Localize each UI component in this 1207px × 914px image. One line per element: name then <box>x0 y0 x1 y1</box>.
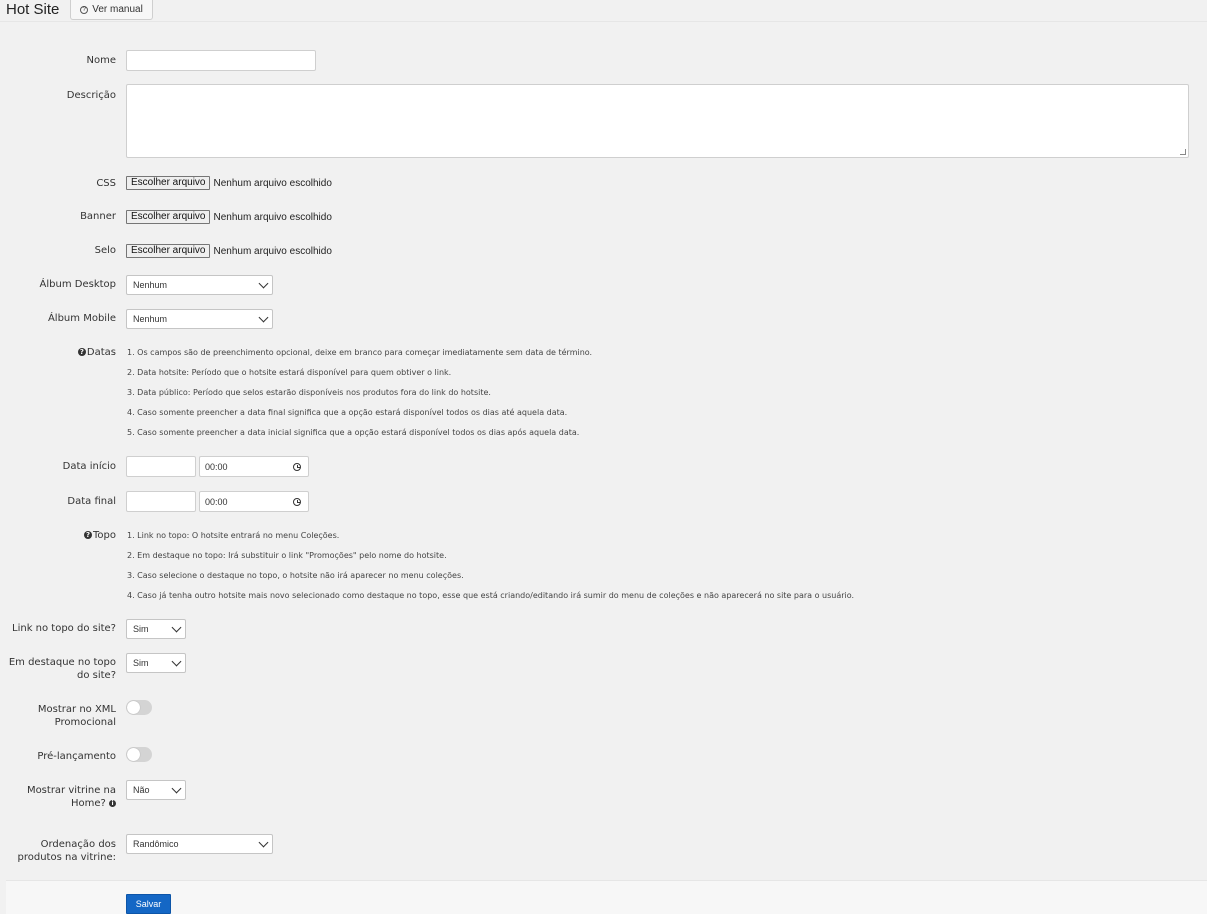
descricao-label: Descrição <box>66 90 116 101</box>
css-file-input: Escolher arquivo Nenhum arquivo escolhid… <box>126 176 332 190</box>
css-label: CSS <box>96 178 116 189</box>
link-topo-label: Link no topo do site? <box>12 623 116 634</box>
topo-note: 3. Caso selecione o destaque no topo, o … <box>127 571 464 580</box>
vitrine-home-label-text: Mostrar vitrine na Home? <box>26 785 116 809</box>
datas-label-text: Datas <box>86 347 116 358</box>
banner-choose-file-button[interactable]: Escolher arquivo <box>126 210 211 224</box>
ordenacao-label: Ordenação dos produtos na vitrine: <box>17 839 116 863</box>
descricao-textarea[interactable] <box>126 84 1189 158</box>
data-inicio-time-value: 00:00 <box>205 461 228 472</box>
datas-note: 2. Data hotsite: Período que o hotsite e… <box>127 368 452 377</box>
banner-file-input: Escolher arquivo Nenhum arquivo escolhid… <box>126 210 332 224</box>
album-desktop-label: Álbum Desktop <box>39 279 116 290</box>
ordenacao-value: Randômico <box>133 839 179 849</box>
destaque-topo-label: Em destaque no topo do site? <box>8 657 116 681</box>
chevron-down-icon <box>258 312 269 323</box>
view-manual-button[interactable]: ? Ver manual <box>70 0 153 20</box>
xml-promocional-toggle[interactable] <box>126 700 152 715</box>
datas-note: 1. Os campos são de preenchimento opcion… <box>127 348 593 357</box>
save-button[interactable]: Salvar <box>126 894 171 914</box>
album-desktop-value: Nenhum <box>133 280 168 290</box>
chevron-down-icon <box>171 656 182 667</box>
album-mobile-label: Álbum Mobile <box>47 313 116 324</box>
album-desktop-select[interactable]: Nenhum <box>126 275 273 295</box>
topo-label: ? Topo <box>84 529 116 542</box>
info-icon: ? <box>77 348 86 356</box>
nome-input[interactable] <box>126 50 316 71</box>
clock-icon[interactable] <box>293 497 301 506</box>
vitrine-home-value: Não <box>133 785 150 795</box>
selo-file-input: Escolher arquivo Nenhum arquivo escolhid… <box>126 244 332 258</box>
chevron-down-icon <box>258 837 269 848</box>
destaque-topo-select[interactable]: Sim <box>126 653 186 673</box>
topo-label-text: Topo <box>93 530 116 541</box>
page-title: Hot Site <box>6 1 60 18</box>
clock-icon[interactable] <box>293 462 301 471</box>
data-final-label: Data final <box>67 496 116 507</box>
form-footer <box>6 880 1207 914</box>
nome-label: Nome <box>86 55 117 66</box>
destaque-topo-value: Sim <box>133 658 149 668</box>
vitrine-home-label: Mostrar vitrine na Home? i <box>16 784 116 810</box>
help-icon: ? <box>80 5 89 14</box>
datas-note: 4. Caso somente preencher a data final s… <box>127 408 568 417</box>
chevron-down-icon <box>171 622 182 633</box>
topo-note: 4. Caso já tenha outro hotsite mais novo… <box>127 591 855 600</box>
data-inicio-date-input[interactable] <box>126 456 196 477</box>
album-mobile-value: Nenhum <box>133 314 168 324</box>
ordenacao-select[interactable]: Randômico <box>126 834 273 854</box>
topo-note: 2. Em destaque no topo: Irá substituir o… <box>127 551 447 560</box>
banner-file-status: Nenhum arquivo escolhido <box>213 211 332 223</box>
info-icon: ? <box>84 531 92 539</box>
view-manual-label: Ver manual <box>92 4 143 15</box>
data-final-date-input[interactable] <box>126 491 196 512</box>
pre-lancamento-label: Pré-lançamento <box>37 751 116 762</box>
toggle-knob <box>127 748 140 761</box>
info-icon[interactable]: i <box>109 799 116 807</box>
css-choose-file-button[interactable]: Escolher arquivo <box>126 176 211 190</box>
pre-lancamento-toggle[interactable] <box>126 747 152 762</box>
chevron-down-icon <box>171 783 182 794</box>
selo-file-status: Nenhum arquivo escolhido <box>213 245 332 257</box>
chevron-down-icon <box>258 278 269 289</box>
datas-note: 5. Caso somente preencher a data inicial… <box>127 428 580 437</box>
datas-note: 3. Data público: Período que selos estar… <box>127 388 491 397</box>
css-file-status: Nenhum arquivo escolhido <box>213 177 332 189</box>
datas-label: ? Datas <box>77 346 116 359</box>
data-inicio-time-input[interactable]: 00:00 <box>199 456 309 477</box>
link-topo-select[interactable]: Sim <box>126 619 186 639</box>
link-topo-value: Sim <box>133 624 149 634</box>
topo-note: 1. Link no topo: O hotsite entrará no me… <box>127 531 340 540</box>
data-final-time-input[interactable]: 00:00 <box>199 491 309 512</box>
data-final-time-value: 00:00 <box>205 496 228 507</box>
data-inicio-label: Data início <box>62 461 116 472</box>
page-header: Hot Site ? Ver manual <box>0 0 1207 22</box>
xml-promocional-label: Mostrar no XML Promocional <box>37 704 116 728</box>
banner-label: Banner <box>80 211 116 222</box>
toggle-knob <box>127 701 140 714</box>
selo-label: Selo <box>94 245 116 256</box>
vitrine-home-select[interactable]: Não <box>126 780 186 800</box>
album-mobile-select[interactable]: Nenhum <box>126 309 273 329</box>
resize-handle-icon[interactable] <box>1180 149 1186 155</box>
selo-choose-file-button[interactable]: Escolher arquivo <box>126 244 211 258</box>
